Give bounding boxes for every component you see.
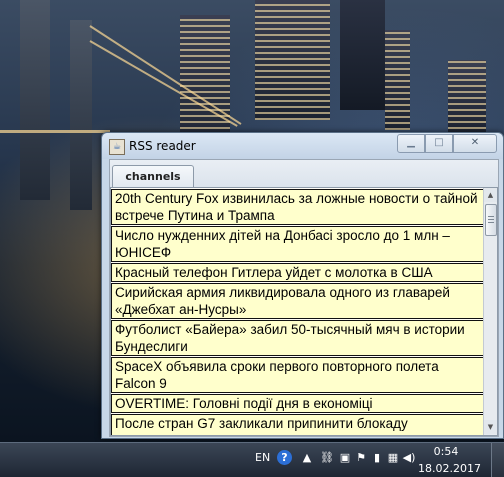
scroll-thumb[interactable] <box>485 204 497 236</box>
client-area: channels 20th Century Fox извинилась за … <box>109 159 499 437</box>
arrow-down-icon: ▼ <box>487 423 494 431</box>
close-icon: ✕ <box>470 137 480 148</box>
news-item[interactable]: После стран G7 закликали припинити блока… <box>111 414 484 435</box>
clock-date: 18.02.2017 <box>418 462 481 475</box>
news-item[interactable]: Число нужденних дітей на Донбасі зросло … <box>111 226 484 262</box>
scroll-down-button[interactable]: ▼ <box>484 420 497 434</box>
vertical-scrollbar[interactable]: ▲ ▼ <box>483 188 497 435</box>
scroll-up-button[interactable]: ▲ <box>484 188 497 202</box>
news-item[interactable]: Красный телефон Гитлера уйдет с молотка … <box>111 263 484 282</box>
building <box>255 0 330 120</box>
system-tray: EN ? ▲ ⛓ ▣ ⚑ ▮ ▦ ◀) 0:54 18.02.2017 <box>250 443 504 477</box>
clock-time: 0:54 <box>433 445 459 458</box>
power-icon[interactable]: ▮ <box>370 451 384 465</box>
news-item[interactable]: Сирийская армия ликвидировала одного из … <box>111 283 484 319</box>
network-devices-icon[interactable]: ⛓ <box>320 451 334 465</box>
minimize-button[interactable]: ▁ <box>397 134 425 153</box>
grip-line <box>488 222 494 223</box>
java-icon: ☕ <box>109 139 125 155</box>
action-center-flag-icon[interactable]: ⚑ <box>354 451 368 465</box>
maximize-button[interactable]: □ <box>425 134 453 153</box>
news-list[interactable]: 20th Century Fox извинилась за ложные но… <box>111 189 484 435</box>
grip-line <box>488 219 494 220</box>
help-icon[interactable]: ? <box>277 450 292 465</box>
building <box>340 0 385 110</box>
language-indicator[interactable]: EN <box>255 451 270 464</box>
maximize-icon: □ <box>434 137 444 148</box>
tab-channels[interactable]: channels <box>112 165 194 188</box>
network-icon[interactable]: ▦ <box>386 451 400 465</box>
bridge-tower <box>20 0 50 200</box>
news-item[interactable]: Футболист «Байера» забил 50-тысячный мяч… <box>111 320 484 356</box>
clock[interactable]: 0:54 18.02.2017 <box>418 445 481 476</box>
tab-content: 20th Century Fox извинилась за ложные но… <box>110 187 498 436</box>
news-item[interactable]: SpaceX объявила сроки первого повторного… <box>111 357 484 393</box>
bridge-deck-lights <box>0 130 110 133</box>
grip-line <box>488 216 494 217</box>
tab-strip: channels <box>110 160 498 188</box>
window-controls: ▁ □ ✕ <box>397 134 497 153</box>
taskbar: EN ? ▲ ⛓ ▣ ⚑ ▮ ▦ ◀) 0:54 18.02.2017 <box>0 442 504 477</box>
arrow-up-icon: ▲ <box>487 191 494 199</box>
rss-reader-window: ☕ RSS reader ▁ □ ✕ channels 20th Century… <box>101 132 504 439</box>
hidden-icons-arrow[interactable]: ▲ <box>300 451 314 465</box>
title-bar[interactable]: ☕ RSS reader ▁ □ ✕ <box>102 133 503 159</box>
news-item[interactable]: OVERTIME: Головні події дня в економіці <box>111 394 484 413</box>
close-button[interactable]: ✕ <box>453 134 497 153</box>
building <box>385 30 410 130</box>
bridge-tower <box>70 20 92 210</box>
building <box>448 60 486 135</box>
volume-icon[interactable]: ◀) <box>402 451 416 465</box>
input-device-icon[interactable]: ▣ <box>338 451 352 465</box>
minimize-icon: ▁ <box>407 137 415 148</box>
window-title: RSS reader <box>129 139 196 153</box>
show-desktop-button[interactable] <box>491 443 504 477</box>
news-item[interactable]: 20th Century Fox извинилась за ложные но… <box>111 189 484 225</box>
